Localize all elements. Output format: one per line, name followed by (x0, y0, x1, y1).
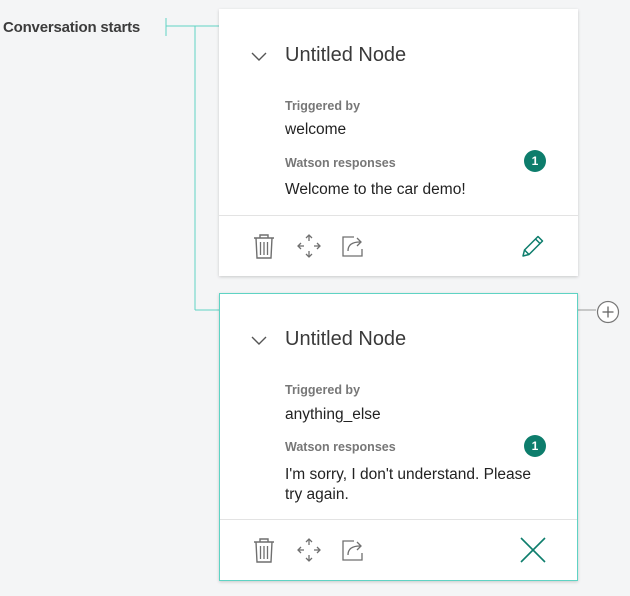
edit-button[interactable] (520, 233, 546, 259)
node-header[interactable]: Untitled Node (249, 44, 406, 67)
trigger-condition: anything_else (285, 406, 381, 423)
chevron-down-icon[interactable] (249, 46, 269, 66)
delete-button[interactable] (251, 233, 277, 259)
jump-to-button[interactable] (341, 537, 367, 563)
dialog-node[interactable]: Untitled Node Triggered by welcome Watso… (219, 9, 578, 276)
trash-icon (254, 538, 274, 563)
jump-to-icon (342, 540, 363, 561)
trigger-condition: welcome (285, 121, 347, 138)
jump-to-button[interactable] (341, 233, 367, 259)
move-icon (297, 538, 321, 562)
response-text: I'm sorry, I don't understand. Please tr… (285, 466, 532, 503)
node-toolbar (220, 519, 577, 580)
add-node-button[interactable] (596, 300, 620, 324)
chevron-down-icon[interactable] (249, 330, 269, 350)
dialog-node-selected[interactable]: Untitled Node Triggered by anything_else… (219, 293, 578, 581)
trash-icon (254, 234, 274, 259)
response-text: Welcome to the car demo! (285, 181, 466, 198)
node-title: Untitled Node (285, 328, 407, 350)
close-icon (520, 537, 546, 563)
edit-icon (522, 235, 544, 257)
response-count-badge: 1 (524, 435, 546, 457)
watson-responses-label: Watson responses (285, 156, 396, 170)
move-icon (297, 234, 321, 258)
close-button[interactable] (520, 537, 546, 563)
conversation-start-label: Conversation starts (3, 19, 141, 36)
delete-button[interactable] (251, 537, 277, 563)
node-title: Untitled Node (285, 44, 407, 66)
watson-responses-label: Watson responses (285, 440, 396, 454)
node-header[interactable]: Untitled Node (249, 328, 406, 351)
node-toolbar (219, 215, 578, 276)
triggered-by-label: Triggered by (285, 383, 361, 397)
move-button[interactable] (296, 233, 322, 259)
response-count-badge: 1 (524, 150, 546, 172)
move-button[interactable] (296, 537, 322, 563)
jump-to-icon (342, 236, 363, 257)
triggered-by-label: Triggered by (285, 99, 361, 113)
